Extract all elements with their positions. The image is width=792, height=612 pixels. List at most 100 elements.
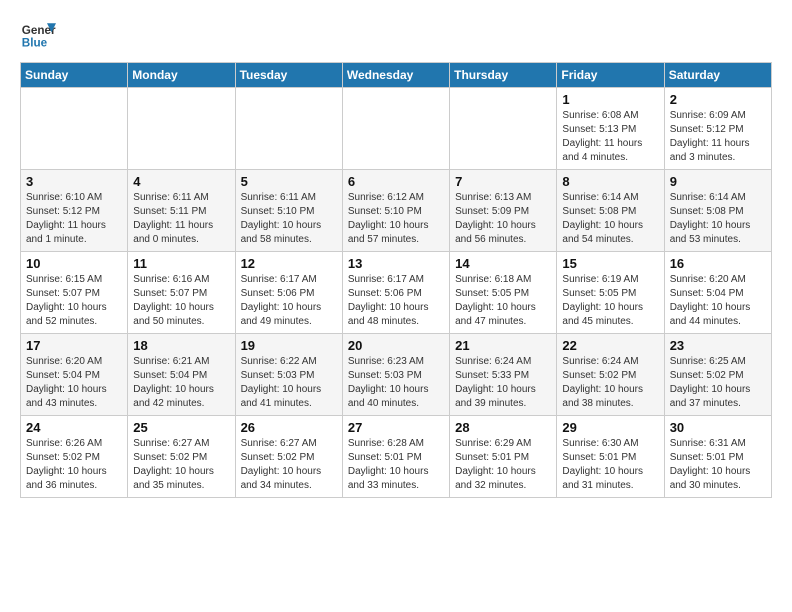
day-number: 6 — [348, 174, 444, 189]
calendar-cell: 22 Sunrise: 6:24 AM Sunset: 5:02 PM Dayli… — [557, 334, 664, 416]
day-number: 19 — [241, 338, 337, 353]
day-number: 25 — [133, 420, 229, 435]
calendar-cell — [128, 88, 235, 170]
calendar-cell: 5Sunrise: 6:11 AM Sunset: 5:10 PM Daylig… — [235, 170, 342, 252]
calendar-cell: 24 Sunrise: 6:26 AM Sunset: 5:02 PM Dayli… — [21, 416, 128, 498]
calendar-cell: 13 Sunrise: 6:17 AM Sunset: 5:06 PM Dayli… — [342, 252, 449, 334]
calendar-cell: 9 Sunrise: 6:14 AM Sunset: 5:08 PM Daylig… — [664, 170, 771, 252]
day-number: 2 — [670, 92, 766, 107]
day-number: 21 — [455, 338, 551, 353]
day-number: 13 — [348, 256, 444, 271]
day-info: Sunrise: 6:27 AM Sunset: 5:02 PM Dayligh… — [241, 437, 337, 493]
calendar-table: SundayMondayTuesdayWednesdayThursdayFrid… — [20, 62, 772, 498]
calendar-cell: 17 Sunrise: 6:20 AM Sunset: 5:04 PM Dayli… — [21, 334, 128, 416]
calendar-cell: 27 Sunrise: 6:28 AM Sunset: 5:01 PM Dayli… — [342, 416, 449, 498]
calendar-cell — [21, 88, 128, 170]
calendar-week-row: 24 Sunrise: 6:26 AM Sunset: 5:02 PM Dayli… — [21, 416, 772, 498]
day-info: Sunrise: 6:18 AM Sunset: 5:05 PM Dayligh… — [455, 273, 551, 329]
weekday-header-wednesday: Wednesday — [342, 63, 449, 88]
calendar-cell: 12 Sunrise: 6:17 AM Sunset: 5:06 PM Dayli… — [235, 252, 342, 334]
calendar-cell: 10 Sunrise: 6:15 AM Sunset: 5:07 PM Dayli… — [21, 252, 128, 334]
svg-text:Blue: Blue — [22, 37, 48, 50]
day-number: 3 — [26, 174, 122, 189]
day-number: 5 — [241, 174, 337, 189]
day-info: Sunrise: 6:26 AM Sunset: 5:02 PM Dayligh… — [26, 437, 122, 493]
calendar-cell: 30 Sunrise: 6:31 AM Sunset: 5:01 PM Dayli… — [664, 416, 771, 498]
day-number: 10 — [26, 256, 122, 271]
day-info: Sunrise: 6:16 AM Sunset: 5:07 PM Dayligh… — [133, 273, 229, 329]
day-info: Sunrise: 6:21 AM Sunset: 5:04 PM Dayligh… — [133, 355, 229, 411]
day-number: 24 — [26, 420, 122, 435]
weekday-header-row: SundayMondayTuesdayWednesdayThursdayFrid… — [21, 63, 772, 88]
weekday-header-monday: Monday — [128, 63, 235, 88]
calendar-cell: 8 Sunrise: 6:14 AM Sunset: 5:08 PM Daylig… — [557, 170, 664, 252]
day-number: 27 — [348, 420, 444, 435]
day-number: 8 — [562, 174, 658, 189]
day-info: Sunrise: 6:11 AM Sunset: 5:11 PM Dayligh… — [133, 191, 229, 247]
day-info: Sunrise: 6:14 AM Sunset: 5:08 PM Dayligh… — [562, 191, 658, 247]
day-info: Sunrise: 6:23 AM Sunset: 5:03 PM Dayligh… — [348, 355, 444, 411]
day-number: 12 — [241, 256, 337, 271]
day-info: Sunrise: 6:08 AM Sunset: 5:13 PM Dayligh… — [562, 109, 658, 165]
day-info: Sunrise: 6:31 AM Sunset: 5:01 PM Dayligh… — [670, 437, 766, 493]
calendar-cell: 11 Sunrise: 6:16 AM Sunset: 5:07 PM Dayli… — [128, 252, 235, 334]
day-info: Sunrise: 6:17 AM Sunset: 5:06 PM Dayligh… — [348, 273, 444, 329]
day-info: Sunrise: 6:09 AM Sunset: 5:12 PM Dayligh… — [670, 109, 766, 165]
weekday-header-tuesday: Tuesday — [235, 63, 342, 88]
day-info: Sunrise: 6:20 AM Sunset: 5:04 PM Dayligh… — [26, 355, 122, 411]
calendar-cell: 15 Sunrise: 6:19 AM Sunset: 5:05 PM Dayli… — [557, 252, 664, 334]
weekday-header-saturday: Saturday — [664, 63, 771, 88]
day-number: 15 — [562, 256, 658, 271]
day-info: Sunrise: 6:25 AM Sunset: 5:02 PM Dayligh… — [670, 355, 766, 411]
day-info: Sunrise: 6:13 AM Sunset: 5:09 PM Dayligh… — [455, 191, 551, 247]
page: General Blue SundayMondayTuesdayWednesda… — [0, 0, 792, 514]
day-number: 26 — [241, 420, 337, 435]
day-info: Sunrise: 6:19 AM Sunset: 5:05 PM Dayligh… — [562, 273, 658, 329]
day-number: 14 — [455, 256, 551, 271]
day-number: 29 — [562, 420, 658, 435]
day-info: Sunrise: 6:24 AM Sunset: 5:33 PM Dayligh… — [455, 355, 551, 411]
day-number: 23 — [670, 338, 766, 353]
day-number: 18 — [133, 338, 229, 353]
day-number: 17 — [26, 338, 122, 353]
calendar-cell: 1 Sunrise: 6:08 AM Sunset: 5:13 PM Daylig… — [557, 88, 664, 170]
day-number: 20 — [348, 338, 444, 353]
calendar-cell — [235, 88, 342, 170]
day-info: Sunrise: 6:17 AM Sunset: 5:06 PM Dayligh… — [241, 273, 337, 329]
day-info: Sunrise: 6:20 AM Sunset: 5:04 PM Dayligh… — [670, 273, 766, 329]
day-number: 9 — [670, 174, 766, 189]
day-info: Sunrise: 6:10 AM Sunset: 5:12 PM Dayligh… — [26, 191, 122, 247]
day-info: Sunrise: 6:14 AM Sunset: 5:08 PM Dayligh… — [670, 191, 766, 247]
calendar-week-row: 10 Sunrise: 6:15 AM Sunset: 5:07 PM Dayli… — [21, 252, 772, 334]
day-info: Sunrise: 6:15 AM Sunset: 5:07 PM Dayligh… — [26, 273, 122, 329]
day-info: Sunrise: 6:28 AM Sunset: 5:01 PM Dayligh… — [348, 437, 444, 493]
calendar-cell — [450, 88, 557, 170]
calendar-cell: 3 Sunrise: 6:10 AM Sunset: 5:12 PM Daylig… — [21, 170, 128, 252]
calendar-week-row: 3 Sunrise: 6:10 AM Sunset: 5:12 PM Daylig… — [21, 170, 772, 252]
calendar-cell: 21 Sunrise: 6:24 AM Sunset: 5:33 PM Dayli… — [450, 334, 557, 416]
day-number: 30 — [670, 420, 766, 435]
calendar-cell: 25 Sunrise: 6:27 AM Sunset: 5:02 PM Dayli… — [128, 416, 235, 498]
calendar-cell: 19 Sunrise: 6:22 AM Sunset: 5:03 PM Dayli… — [235, 334, 342, 416]
logo-icon: General Blue — [20, 16, 56, 52]
day-number: 7 — [455, 174, 551, 189]
calendar-week-row: 17 Sunrise: 6:20 AM Sunset: 5:04 PM Dayli… — [21, 334, 772, 416]
calendar-cell: 23 Sunrise: 6:25 AM Sunset: 5:02 PM Dayli… — [664, 334, 771, 416]
weekday-header-thursday: Thursday — [450, 63, 557, 88]
day-number: 22 — [562, 338, 658, 353]
calendar-cell: 2 Sunrise: 6:09 AM Sunset: 5:12 PM Daylig… — [664, 88, 771, 170]
day-number: 4 — [133, 174, 229, 189]
weekday-header-sunday: Sunday — [21, 63, 128, 88]
day-info: Sunrise: 6:24 AM Sunset: 5:02 PM Dayligh… — [562, 355, 658, 411]
day-info: Sunrise: 6:30 AM Sunset: 5:01 PM Dayligh… — [562, 437, 658, 493]
day-number: 11 — [133, 256, 229, 271]
calendar-cell: 16Sunrise: 6:20 AM Sunset: 5:04 PM Dayli… — [664, 252, 771, 334]
logo: General Blue — [20, 16, 56, 52]
calendar-cell: 4 Sunrise: 6:11 AM Sunset: 5:11 PM Daylig… — [128, 170, 235, 252]
day-info: Sunrise: 6:22 AM Sunset: 5:03 PM Dayligh… — [241, 355, 337, 411]
day-number: 1 — [562, 92, 658, 107]
weekday-header-friday: Friday — [557, 63, 664, 88]
day-info: Sunrise: 6:27 AM Sunset: 5:02 PM Dayligh… — [133, 437, 229, 493]
calendar-cell: 28Sunrise: 6:29 AM Sunset: 5:01 PM Dayli… — [450, 416, 557, 498]
day-info: Sunrise: 6:29 AM Sunset: 5:01 PM Dayligh… — [455, 437, 551, 493]
